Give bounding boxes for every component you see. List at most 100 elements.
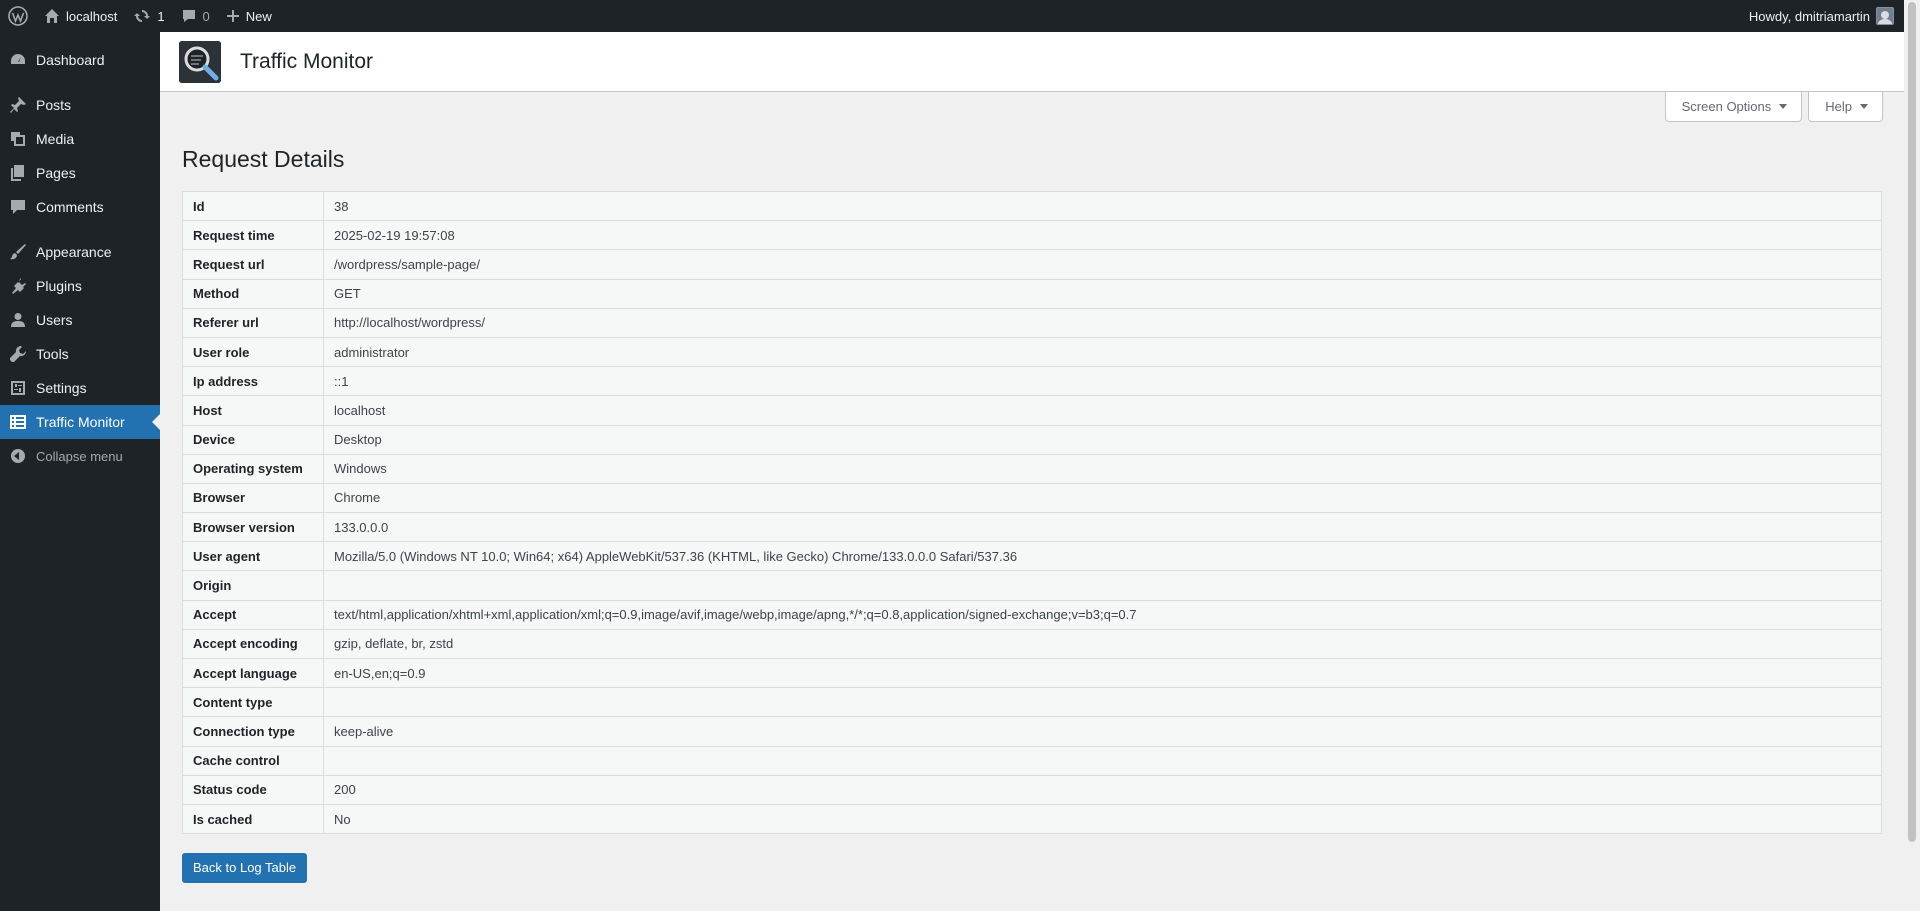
detail-value: 38 — [323, 191, 1882, 222]
detail-key: User role — [182, 337, 324, 368]
sidebar-item-label: Media — [36, 131, 75, 147]
sidebar-item-users[interactable]: Users — [0, 303, 160, 337]
dashboard-icon — [8, 50, 28, 70]
table-row: Request url/wordpress/sample-page/ — [182, 249, 1882, 280]
main-content: Request Details Id 38 Request time 2025-02-… — [182, 92, 1882, 884]
detail-key: Browser version — [182, 512, 324, 543]
sidebar-item-label: Pages — [36, 165, 76, 181]
table-row: Host localhost — [182, 395, 1882, 426]
wordpress-logo-icon[interactable] — [0, 0, 36, 32]
detail-key: Accept language — [182, 658, 324, 689]
detail-value: text/html,application/xhtml+xml,applicat… — [323, 600, 1882, 630]
media-icon — [8, 129, 28, 149]
plus-icon — [226, 9, 240, 23]
plugin-icon — [8, 276, 28, 296]
detail-key: Referer url — [182, 308, 324, 338]
sidebar-item-pages[interactable]: Pages — [0, 156, 160, 190]
table-row: Accept encoding gzip, deflate, br, zstd — [182, 629, 1882, 660]
sidebar-item-appearance[interactable]: Appearance — [0, 235, 160, 269]
sidebar-item-label: Comments — [36, 199, 104, 215]
sidebar-item-label: Posts — [36, 97, 72, 113]
back-to-log-table-button[interactable]: Back to Log Table — [182, 853, 308, 884]
site-name-link[interactable]: localhost — [36, 0, 125, 32]
sidebar-item-plugins[interactable]: Plugins — [0, 269, 160, 303]
sidebar-item-dashboard[interactable]: Dashboard — [0, 43, 160, 77]
list-icon — [8, 412, 28, 432]
sidebar-item-traffic-monitor[interactable]: Traffic Monitor — [0, 405, 160, 439]
table-row: User role administrator — [182, 337, 1882, 368]
comments-link[interactable]: 0 — [173, 0, 218, 32]
sidebar-item-comments[interactable]: Comments — [0, 190, 160, 224]
detail-value: Windows — [323, 454, 1882, 484]
table-row: User agent Mozilla/5.0 (Windows NT 10.0; … — [182, 541, 1882, 572]
detail-value: 200 — [323, 775, 1882, 805]
paintbrush-icon — [8, 242, 28, 262]
plugin-header: Traffic Monitor — [160, 32, 1904, 92]
detail-value: en-US,en;q=0.9 — [323, 658, 1882, 689]
sidebar-item-media[interactable]: Media — [0, 122, 160, 156]
detail-key: Request time — [182, 220, 324, 251]
sidebar-item-posts[interactable]: Posts — [0, 88, 160, 122]
plugin-title: Traffic Monitor — [240, 49, 374, 73]
sidebar-item-tools[interactable]: Tools — [0, 337, 160, 371]
detail-value: Mozilla/5.0 (Windows NT 10.0; Win64; x64… — [323, 541, 1882, 572]
page-scrollbar[interactable] — [1904, 0, 1920, 911]
collapse-menu-label: Collapse menu — [36, 448, 123, 464]
detail-key: Browser — [182, 483, 324, 514]
comments-count: 0 — [202, 8, 210, 24]
page-title: Request Details — [182, 146, 345, 172]
detail-key: Accept encoding — [182, 629, 324, 660]
detail-key: Device — [182, 425, 324, 455]
collapse-menu-button[interactable]: Collapse menu — [0, 439, 160, 473]
sidebar-item-label: Dashboard — [36, 52, 105, 68]
sidebar-item-settings[interactable]: Settings — [0, 371, 160, 405]
wrench-icon — [8, 344, 28, 364]
collapse-icon — [8, 446, 28, 466]
request-details-table: Id 38 Request time 2025-02-19 19:57:08 Reque… — [182, 191, 1882, 835]
updates-count: 1 — [157, 8, 165, 24]
new-content-link[interactable]: New — [218, 0, 280, 32]
detail-key: Accept — [182, 600, 324, 630]
table-row: Status code 200 — [182, 775, 1882, 805]
table-row: Method GET — [182, 279, 1882, 309]
detail-value: 2025-02-19 19:57:08 — [323, 220, 1882, 251]
table-row: Connection type keep-alive — [182, 716, 1882, 747]
detail-value: gzip, deflate, br, zstd — [323, 629, 1882, 660]
sidebar-item-label: Tools — [36, 346, 69, 362]
admin-bar: localhost 1 0 New Howdy, dmitriamartin — [0, 0, 1920, 32]
detail-key: Ip address — [182, 366, 324, 397]
table-row: Referer url http://localhost/wordpress/ — [182, 308, 1882, 338]
home-icon — [44, 8, 60, 24]
detail-key: User agent — [182, 541, 324, 572]
avatar — [1876, 7, 1894, 25]
table-row: Is cached No — [182, 804, 1882, 834]
detail-value: administrator — [323, 337, 1882, 368]
table-row: Ip address::1 — [182, 366, 1882, 397]
table-row: Content type — [182, 687, 1882, 718]
table-row: Accept text/html,application/xhtml+xml,ap… — [182, 600, 1882, 630]
updates-icon — [133, 7, 151, 25]
detail-key: Origin — [182, 570, 324, 601]
detail-key: Request url — [182, 249, 324, 280]
detail-value: Desktop — [323, 425, 1882, 455]
pages-icon — [8, 163, 28, 183]
traffic-monitor-logo-icon — [179, 40, 221, 83]
detail-value — [323, 746, 1882, 776]
detail-key: Connection type — [182, 716, 324, 747]
detail-key: Cache control — [182, 746, 324, 776]
detail-value: /wordpress/sample-page/ — [323, 249, 1882, 280]
detail-key: Method — [182, 279, 324, 309]
table-row: Operating system Windows — [182, 454, 1882, 484]
table-row: Cache control — [182, 746, 1882, 776]
admin-sidebar: Dashboard Posts Media Pages Comments App… — [0, 32, 160, 911]
comment-icon — [8, 197, 28, 217]
detail-value: No — [334, 811, 351, 827]
settings-icon — [8, 378, 28, 398]
updates-link[interactable]: 1 — [125, 0, 172, 32]
new-label: New — [245, 8, 272, 24]
my-account-link[interactable]: Howdy, dmitriamartin — [1741, 0, 1920, 32]
detail-value: localhost — [323, 395, 1882, 426]
detail-key: Id — [182, 191, 324, 222]
scrollbar-thumb[interactable] — [1908, 2, 1916, 842]
table-row: Browser Chrome — [182, 483, 1882, 514]
